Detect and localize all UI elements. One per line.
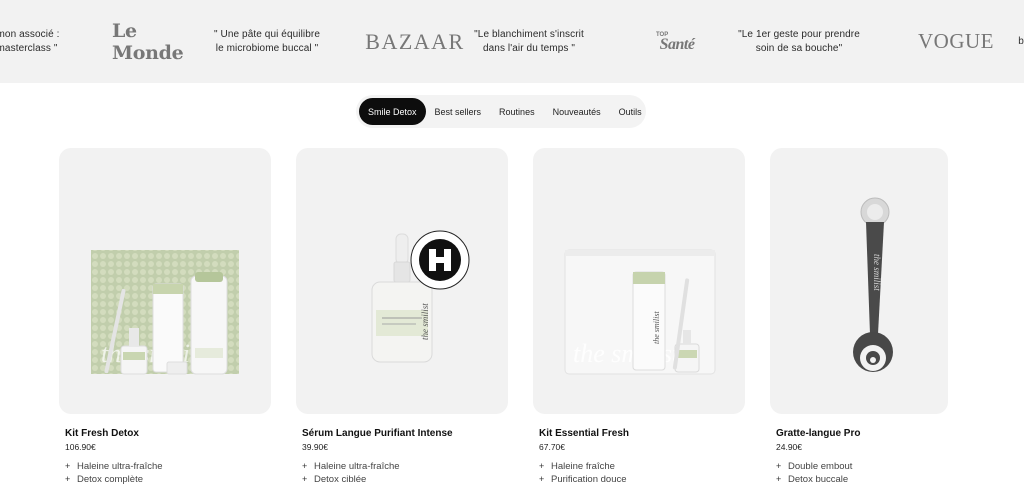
product-card-gratte-langue[interactable]: the smilist Gratte-langue Pro 24.90€ + Do… <box>770 148 948 484</box>
press-quote-line: le microbiome buccal " <box>215 42 319 54</box>
press-quote-4: "Le 1er geste pour prendre soin de sa bo… <box>736 0 862 83</box>
kit-essential-fresh-illustration: the smilist the smilist <box>564 249 716 375</box>
feature-item: + Haleine fraîche <box>539 460 745 473</box>
tab-nouveautes[interactable]: Nouveautés <box>544 98 610 125</box>
product-price: 67.70€ <box>539 442 565 452</box>
product-price: 24.90€ <box>776 442 802 452</box>
feature-item: + Detox ciblée <box>302 473 508 484</box>
product-name[interactable]: Sérum Langue Purifiant Intense <box>302 428 508 440</box>
feature-item: + Haleine ultra-fraîche <box>302 460 508 473</box>
product-features: + Haleine fraîche + Purification douce <box>539 460 745 484</box>
vogue-logo: VOGUE <box>918 29 994 53</box>
plus-icon: + <box>776 474 782 484</box>
product-image[interactable]: the smilist the smilist <box>533 148 745 414</box>
svg-text:the smilist: the smilist <box>872 254 882 291</box>
product-card-serum-langue[interactable]: the smilist Sérum Langue Purifiant Inten… <box>296 148 508 484</box>
press-quote-3: "Le blanchiment s'inscrit dans l'air du … <box>468 0 590 83</box>
svg-text:the smilist: the smilist <box>420 303 430 340</box>
press-edge-fragment: b <box>1018 36 1024 47</box>
bazaar-logo: BAZAAR <box>365 28 465 54</box>
product-features: + Haleine ultra-fraîche + Detox complète <box>65 460 271 484</box>
feature-text: Double embout <box>788 461 853 472</box>
feature-text: Detox buccale <box>788 474 849 484</box>
tab-smile-detox[interactable]: Smile Detox <box>359 98 426 125</box>
plus-icon: + <box>302 461 308 471</box>
tab-outils[interactable]: Outils <box>610 98 651 125</box>
product-image[interactable]: the smilist <box>59 148 271 414</box>
lemonde-logo: Le Monde <box>112 19 184 64</box>
feature-text: Detox complète <box>77 474 144 484</box>
category-tabs: Smile Detox Best sellers Routines Nouvea… <box>356 95 646 128</box>
press-marquee: mon associé : masterclass " Le Monde " U… <box>0 0 1024 83</box>
svg-text:the smilist: the smilist <box>652 311 661 344</box>
kit-fresh-detox-illustration: the smilist <box>91 250 239 375</box>
feature-item: + Detox complète <box>65 473 271 484</box>
product-price: 106.90€ <box>65 442 96 452</box>
tongue-scraper-illustration: the smilist <box>853 197 893 372</box>
serum-illustration: the smilist <box>371 230 470 363</box>
feature-text: Detox ciblée <box>314 474 367 484</box>
feature-text: Purification douce <box>551 474 627 484</box>
product-image[interactable]: the smilist <box>296 148 508 414</box>
press-quote-1: mon associé : masterclass " <box>0 0 60 83</box>
feature-text: Haleine ultra-fraîche <box>314 461 400 472</box>
product-features: + Double embout + Detox buccale <box>776 460 948 484</box>
product-price: 39.90€ <box>302 442 328 452</box>
press-quote-line: dans l'air du temps " <box>482 42 576 54</box>
press-quote-2: " Une pâte qui équilibre le microbiome b… <box>212 0 322 83</box>
feature-item: + Haleine ultra-fraîche <box>65 460 271 473</box>
feature-item: + Double embout <box>776 460 948 473</box>
press-quote-line: "Le blanchiment s'inscrit <box>474 28 584 40</box>
feature-item: + Purification douce <box>539 473 745 484</box>
feature-text: Haleine ultra-fraîche <box>77 461 163 472</box>
plus-icon: + <box>65 461 71 471</box>
plus-icon: + <box>776 461 782 471</box>
top-sante-logo: TOP Santé <box>654 0 700 83</box>
product-card-kit-essential-fresh[interactable]: the smilist the smilist Kit Essential Fr… <box>533 148 745 484</box>
product-image[interactable]: the smilist <box>770 148 948 414</box>
plus-icon: + <box>65 474 71 484</box>
tab-best-sellers[interactable]: Best sellers <box>426 98 491 125</box>
feature-item: + Detox buccale <box>776 473 948 484</box>
press-quote-line: soin de sa bouche" <box>755 42 843 54</box>
plus-icon: + <box>539 461 545 471</box>
feature-text: Haleine fraîche <box>551 461 615 472</box>
product-name[interactable]: Kit Fresh Detox <box>65 428 271 440</box>
press-quote-line: " Une pâte qui équilibre <box>213 28 321 40</box>
product-card-kit-fresh-detox[interactable]: the smilist Kit Fresh Detox 106.90€ + Hal… <box>59 148 271 484</box>
plus-icon: + <box>302 474 308 484</box>
product-name[interactable]: Kit Essential Fresh <box>539 428 745 440</box>
product-features: + Haleine ultra-fraîche + Detox ciblée <box>302 460 508 484</box>
press-quote-line: mon associé : <box>0 28 60 40</box>
top-sante-logo-main: Santé <box>659 35 695 53</box>
tab-routines[interactable]: Routines <box>490 98 544 125</box>
plus-icon: + <box>539 474 545 484</box>
product-name[interactable]: Gratte-langue Pro <box>776 428 948 440</box>
press-quote-line: masterclass " <box>0 42 58 54</box>
press-quote-line: "Le 1er geste pour prendre <box>738 28 860 40</box>
